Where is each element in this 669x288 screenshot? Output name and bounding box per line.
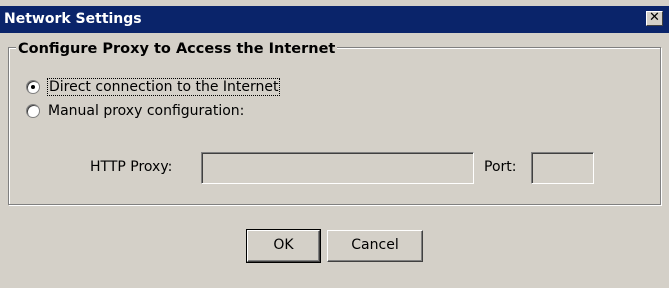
http-proxy-label: HTTP Proxy: xyxy=(90,159,173,175)
radio-manual-proxy[interactable]: Manual proxy configuration: xyxy=(26,103,244,119)
network-settings-dialog: Network Settings ✕ Configure Proxy to Ac… xyxy=(0,0,669,288)
close-button[interactable]: ✕ xyxy=(646,11,663,26)
radio-direct-connection[interactable]: Direct connection to the Internet xyxy=(26,78,281,96)
radio-manual-proxy-indicator[interactable] xyxy=(26,104,40,118)
radio-direct-connection-label[interactable]: Direct connection to the Internet xyxy=(46,78,281,96)
group-title: Configure Proxy to Access the Internet xyxy=(16,41,338,58)
radio-direct-connection-indicator[interactable] xyxy=(26,80,40,94)
ok-button[interactable]: OK xyxy=(246,229,321,263)
title-bar[interactable]: Network Settings ✕ xyxy=(0,6,669,33)
cancel-button[interactable]: Cancel xyxy=(327,230,423,262)
close-icon: ✕ xyxy=(649,10,660,25)
radio-manual-proxy-label[interactable]: Manual proxy configuration: xyxy=(48,103,244,119)
dialog-title: Network Settings xyxy=(4,11,142,27)
http-proxy-input[interactable] xyxy=(201,152,474,184)
port-input[interactable] xyxy=(531,152,594,184)
port-label: Port: xyxy=(484,159,517,175)
